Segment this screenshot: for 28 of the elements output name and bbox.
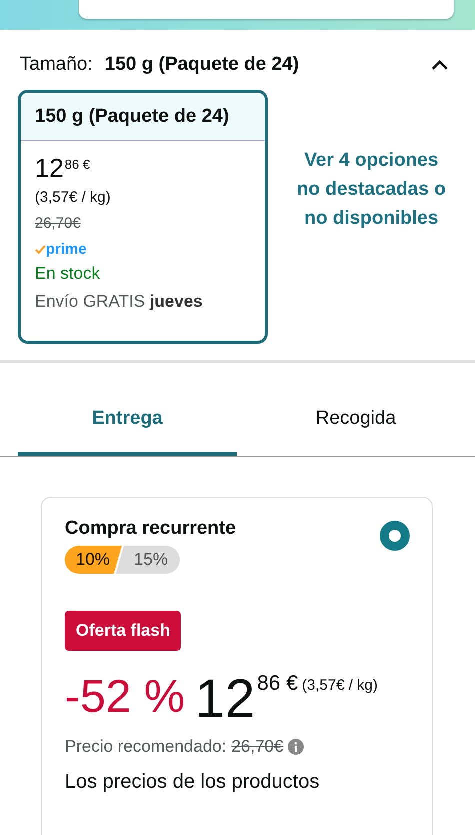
info-icon[interactable] <box>288 739 304 755</box>
list-price: 26,70€ <box>35 215 81 232</box>
radio-button[interactable] <box>380 521 410 551</box>
price-fraction: 86 € <box>64 157 90 172</box>
availability-text: En stock <box>35 264 100 284</box>
price-note: Los precios de los productos <box>65 771 321 794</box>
discount-text: -52 % <box>65 670 186 722</box>
size-label: Tamaño: <box>20 54 93 76</box>
more-options-link[interactable]: Ver 4 opciones no destacadas o no disponibles <box>296 146 446 350</box>
option-title: 150 g (Paquete de 24) <box>21 93 265 141</box>
tab[interactable]: Recogida <box>237 383 475 456</box>
offer-title: Compra recurrente <box>65 518 236 540</box>
check-icon <box>35 244 46 254</box>
deal-badge: Oferta flash <box>65 611 182 651</box>
caret-icon[interactable] <box>431 59 449 71</box>
unit-price: (3,57€ / kg) <box>35 189 111 206</box>
list-price-label: Precio recomendado: <box>65 737 227 757</box>
price-whole: 12 <box>35 153 64 183</box>
prime-label: prime <box>46 241 87 258</box>
unit-price: (3,57€ / kg) <box>302 677 378 694</box>
price-whole: 12 <box>195 669 256 729</box>
discount-tab[interactable]: 10% <box>65 546 122 574</box>
price-fraction: 86 € <box>257 672 298 695</box>
tab[interactable]: Entrega <box>18 383 237 456</box>
discount-tab[interactable]: 15% <box>116 546 180 574</box>
list-price: 26,70€ <box>232 737 284 757</box>
delivery-text: Envío GRATIS jueves <box>35 292 203 312</box>
size-value: 150 g (Paquete de 24) <box>104 54 300 76</box>
